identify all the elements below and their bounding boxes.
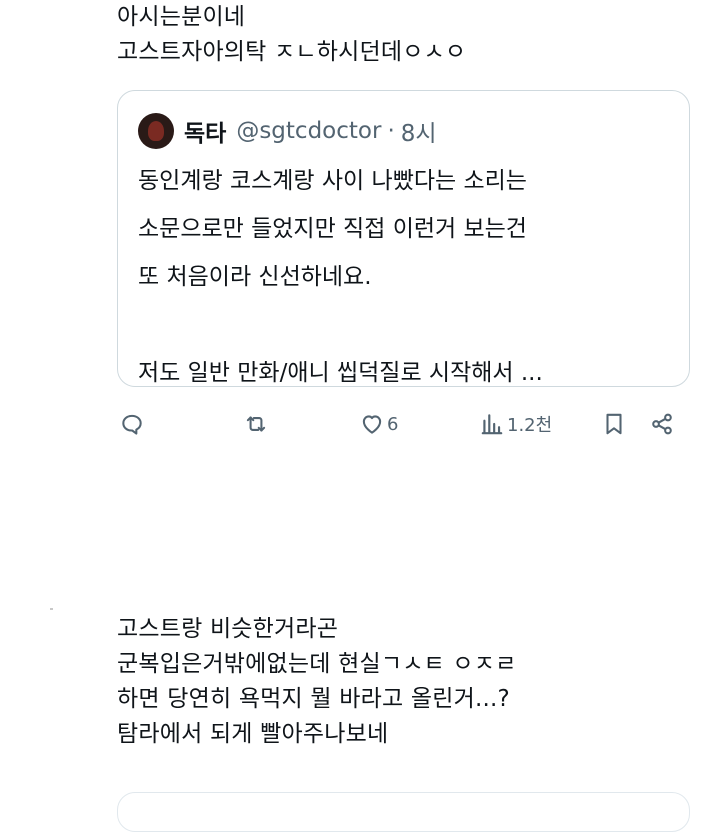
divider-speck [50,608,53,610]
views-button[interactable]: 1.2천 [479,404,552,444]
reply-button[interactable] [119,404,145,444]
retweet-icon [246,416,266,432]
quoted-tweet-card[interactable]: 독타 @sgtcdoctor · 8시 동인계랑 코스계랑 사이 나빴다는 소리… [117,90,690,387]
views-icon [481,414,503,435]
share-icon [652,413,672,435]
retweet-button[interactable] [243,404,269,444]
reply-icon [122,414,142,435]
views-count: 1.2천 [507,415,553,436]
tweet-text-line: 고스트랑 비슷한거라곤 [117,616,339,642]
tweet-text: 고스트랑 비슷한거라곤 군복입은거밖에없는데 현실ㄱㅅㅌ ㅇㅈㄹ 하면 당연히 … [117,612,517,752]
quoted-author-handle[interactable]: @sgtcdoctor [236,118,381,144]
quoted-text-line: 소문으로만 들었지만 직접 이런거 보는건 [138,216,527,242]
like-button[interactable]: 6 [359,404,398,444]
bookmark-button[interactable] [601,404,627,444]
heart-icon [362,415,382,434]
tweet-text: 아시는분이네 고스트자아의탁 ㅈㄴ하시던데ㅇㅅㅇ [117,0,466,70]
quoted-tweet-time[interactable]: 8시 [401,114,437,148]
quoted-text-line: 동인계랑 코스계랑 사이 나빴다는 소리는 [138,168,527,194]
quoted-text-line: 또 처음이라 신선하네요. [138,264,372,290]
like-count: 6 [387,413,399,435]
bookmark-icon [606,413,622,435]
quoted-text-line [138,301,543,349]
quoted-text-line: 저도 일반 만화/애니 씹덕질로 시작해서 ... [138,360,543,386]
share-button[interactable] [649,404,675,444]
quoted-author-name[interactable]: 독타 [184,114,226,148]
quoted-tweet-text: 동인계랑 코스계랑 사이 나빴다는 소리는 소문으로만 들었지만 직접 이런거 … [138,157,543,397]
tweet-text-line: 하면 당연히 욕먹지 뭘 바라고 올린거...? [117,686,510,712]
quoted-tweet-card[interactable] [117,792,690,832]
separator-dot: · [387,118,395,144]
tweet-text-line: 아시는분이네 [117,4,246,30]
tweet-action-bar: 6 1.2천 [117,404,690,444]
avatar[interactable] [138,113,174,149]
tweet-text-line: 탐라에서 되게 빨아주나보네 [117,721,389,747]
tweet-text-line: 고스트자아의탁 ㅈㄴ하시던데ㅇㅅㅇ [117,39,467,65]
quoted-tweet-header: 독타 @sgtcdoctor · 8시 [138,111,437,151]
tweet-text-line: 군복입은거밖에없는데 현실ㄱㅅㅌ ㅇㅈㄹ [117,651,517,677]
